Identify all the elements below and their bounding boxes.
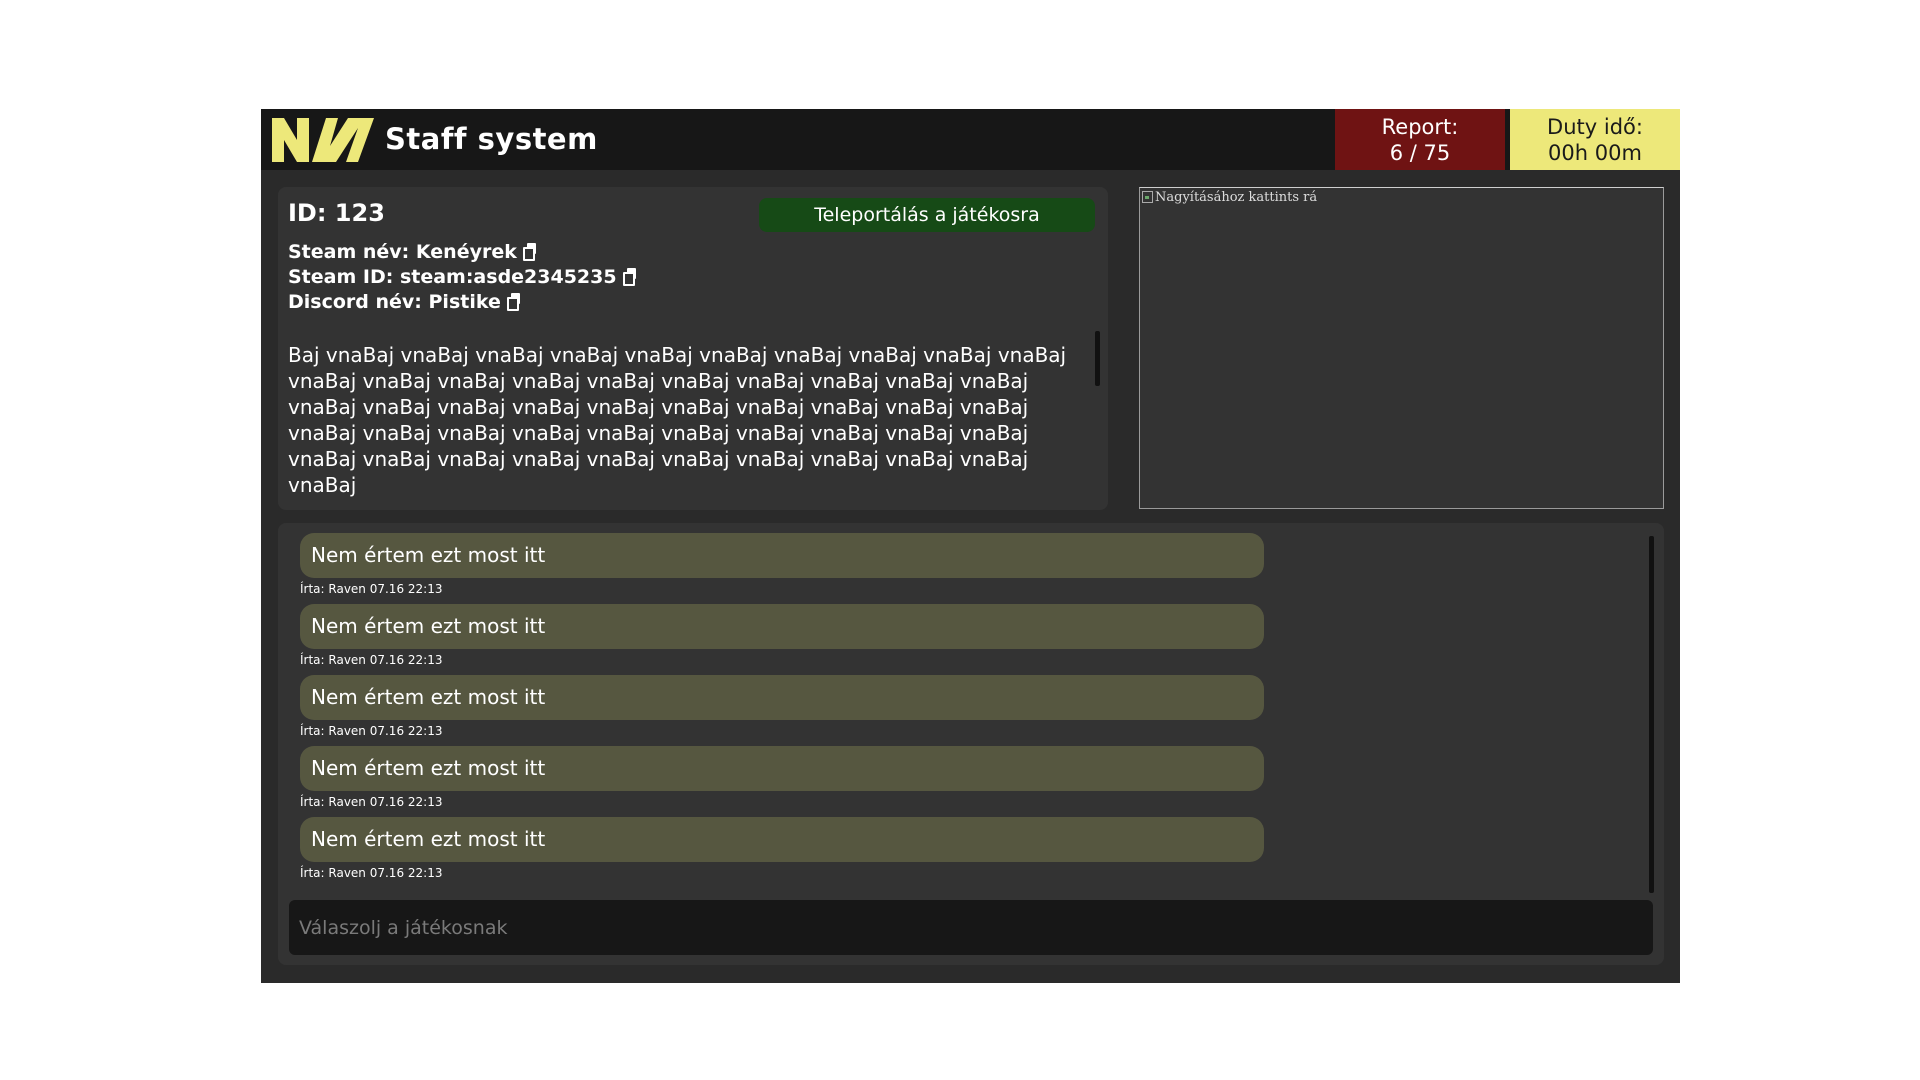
duty-value: 00h 00m [1548, 141, 1642, 165]
steam-name-row: Steam név: Kenéyrek [288, 240, 537, 265]
staff-window: Staff system Report: 6 / 75 Duty idő: 00… [261, 109, 1680, 983]
player-info-panel: ID: 123 Teleportálás a játékosra Steam n… [278, 187, 1108, 510]
duty-label: Duty idő: [1547, 115, 1643, 139]
teleport-button[interactable]: Teleportálás a játékosra [759, 198, 1095, 232]
chat-message: Nem értem ezt most itt Írta: Raven 07.16… [300, 817, 1300, 884]
steam-id-row: Steam ID: steam:asde2345235 [288, 265, 637, 290]
discord-name-text: Discord név: Pistike [288, 291, 501, 313]
message-bubble: Nem értem ezt most itt [300, 817, 1264, 862]
message-bubble: Nem értem ezt most itt [300, 604, 1264, 649]
chat-message: Nem értem ezt most itt Írta: Raven 07.16… [300, 746, 1300, 813]
reply-input[interactable] [289, 900, 1653, 955]
message-meta: Írta: Raven 07.16 22:13 [300, 653, 443, 667]
message-bubble: Nem értem ezt most itt [300, 533, 1264, 578]
description-scrollbar[interactable] [1095, 331, 1100, 386]
message-meta: Írta: Raven 07.16 22:13 [300, 795, 443, 809]
logo-v-shape [312, 118, 374, 162]
message-bubble: Nem értem ezt most itt [300, 675, 1264, 720]
duty-timer: Duty idő: 00h 00m [1510, 109, 1680, 170]
chat-message: Nem értem ezt most itt Írta: Raven 07.16… [300, 533, 1300, 600]
report-description: Baj vnaBaj vnaBaj vnaBaj vnaBaj vnaBaj v… [288, 343, 1067, 497]
top-bar: Staff system Report: 6 / 75 Duty idő: 00… [261, 109, 1680, 170]
copy-icon[interactable] [622, 268, 637, 286]
screenshot-image[interactable]: Nagyításához kattints rá [1142, 190, 1317, 206]
chat-scrollbar[interactable] [1649, 536, 1654, 893]
message-bubble: Nem értem ezt most itt [300, 746, 1264, 791]
broken-image-icon [1142, 191, 1153, 203]
screenshot-preview[interactable]: Nagyításához kattints rá [1139, 187, 1664, 509]
report-value: 6 / 75 [1389, 141, 1451, 165]
chat-message: Nem értem ezt most itt Írta: Raven 07.16… [300, 675, 1300, 742]
player-id: ID: 123 [288, 199, 385, 227]
nv-logo [272, 118, 374, 162]
message-meta: Írta: Raven 07.16 22:13 [300, 582, 443, 596]
screenshot-alt-text: Nagyításához kattints rá [1155, 190, 1318, 205]
chat-panel: Nem értem ezt most itt Írta: Raven 07.16… [278, 523, 1664, 965]
message-list: Nem értem ezt most itt Írta: Raven 07.16… [300, 533, 1300, 895]
copy-icon[interactable] [506, 293, 521, 311]
steam-name-text: Steam név: Kenéyrek [288, 241, 517, 263]
chat-message: Nem értem ezt most itt Írta: Raven 07.16… [300, 604, 1300, 671]
discord-name-row: Discord név: Pistike [288, 290, 521, 315]
report-counter: Report: 6 / 75 [1335, 109, 1505, 170]
message-meta: Írta: Raven 07.16 22:13 [300, 724, 443, 738]
app-title: Staff system [385, 122, 598, 156]
logo-n-shape [272, 118, 309, 162]
copy-icon[interactable] [522, 243, 537, 261]
report-label: Report: [1381, 115, 1459, 139]
steam-id-text: Steam ID: steam:asde2345235 [288, 266, 617, 288]
message-meta: Írta: Raven 07.16 22:13 [300, 866, 443, 880]
